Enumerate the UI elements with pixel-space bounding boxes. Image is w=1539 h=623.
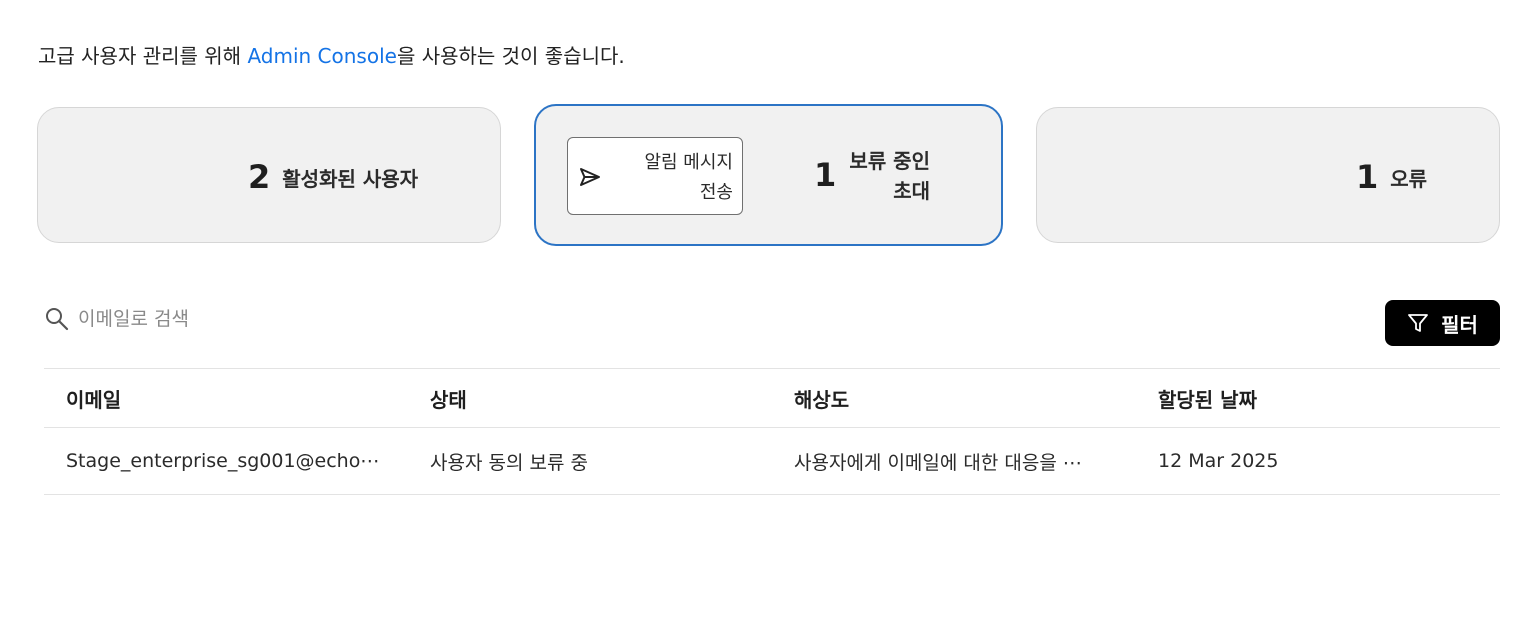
intro-text-before: 고급 사용자 관리를 위해 [38,44,248,68]
active-users-stat: 2 활성화된 사용자 [248,158,418,196]
send-notification-line2: 전송 [699,182,733,203]
header-email[interactable]: 이메일 [66,369,386,427]
header-assigned-date[interactable]: 할당된 날짜 [1158,369,1478,427]
filter-label: 필터 [1441,312,1478,337]
cell-resolution: 사용자에게 이메일에 대한 대응을 ⋯ [794,451,1082,474]
pending-invites-label-line1: 보류 중인 [849,149,930,173]
cell-email: Stage_enterprise_sg001@echo⋯ [66,450,380,472]
active-users-card[interactable]: 2 활성화된 사용자 [37,107,501,243]
pending-invites-label-line2: 초대 [893,179,930,203]
table-header-row: 이메일 상태 해상도 할당된 날짜 [44,368,1500,427]
errors-stat: 1 오류 [1356,158,1427,196]
table-row[interactable]: Stage_enterprise_sg001@echo⋯ 사용자 동의 보류 중… [44,427,1500,495]
errors-label: 오류 [1390,166,1428,191]
filter-icon [1408,314,1428,332]
send-icon [580,168,600,186]
send-notification-label: 알림 메시지 전송 [603,148,733,208]
errors-count: 1 [1356,158,1379,196]
send-notification-line1: 알림 메시지 [644,152,733,173]
header-status[interactable]: 상태 [430,369,760,427]
pending-invites-label: 보류 중인 초대 [838,146,930,206]
intro-text: 고급 사용자 관리를 위해 Admin Console을 사용하는 것이 좋습니… [38,40,625,69]
search-bar [44,306,378,332]
errors-card[interactable]: 1 오류 [1036,107,1500,243]
active-users-label: 활성화된 사용자 [282,166,419,191]
cell-status: 사용자 동의 보류 중 [430,451,588,474]
pending-invites-count: 1 [814,156,837,194]
filter-button[interactable]: 필터 [1385,300,1500,346]
pending-invites-card[interactable]: 알림 메시지 전송 1 보류 중인 초대 [534,104,1003,246]
intro-text-after: 을 사용하는 것이 좋습니다. [396,44,625,68]
active-users-count: 2 [248,158,271,196]
header-resolution[interactable]: 해상도 [794,369,1124,427]
search-icon [46,308,69,331]
send-notification-button[interactable]: 알림 메시지 전송 [567,137,743,215]
cell-assigned-date: 12 Mar 2025 [1158,450,1279,472]
admin-console-link[interactable]: Admin Console [247,44,397,68]
search-input[interactable] [78,308,378,330]
users-table: 이메일 상태 해상도 할당된 날짜 Stage_enterprise_sg001… [44,368,1500,495]
